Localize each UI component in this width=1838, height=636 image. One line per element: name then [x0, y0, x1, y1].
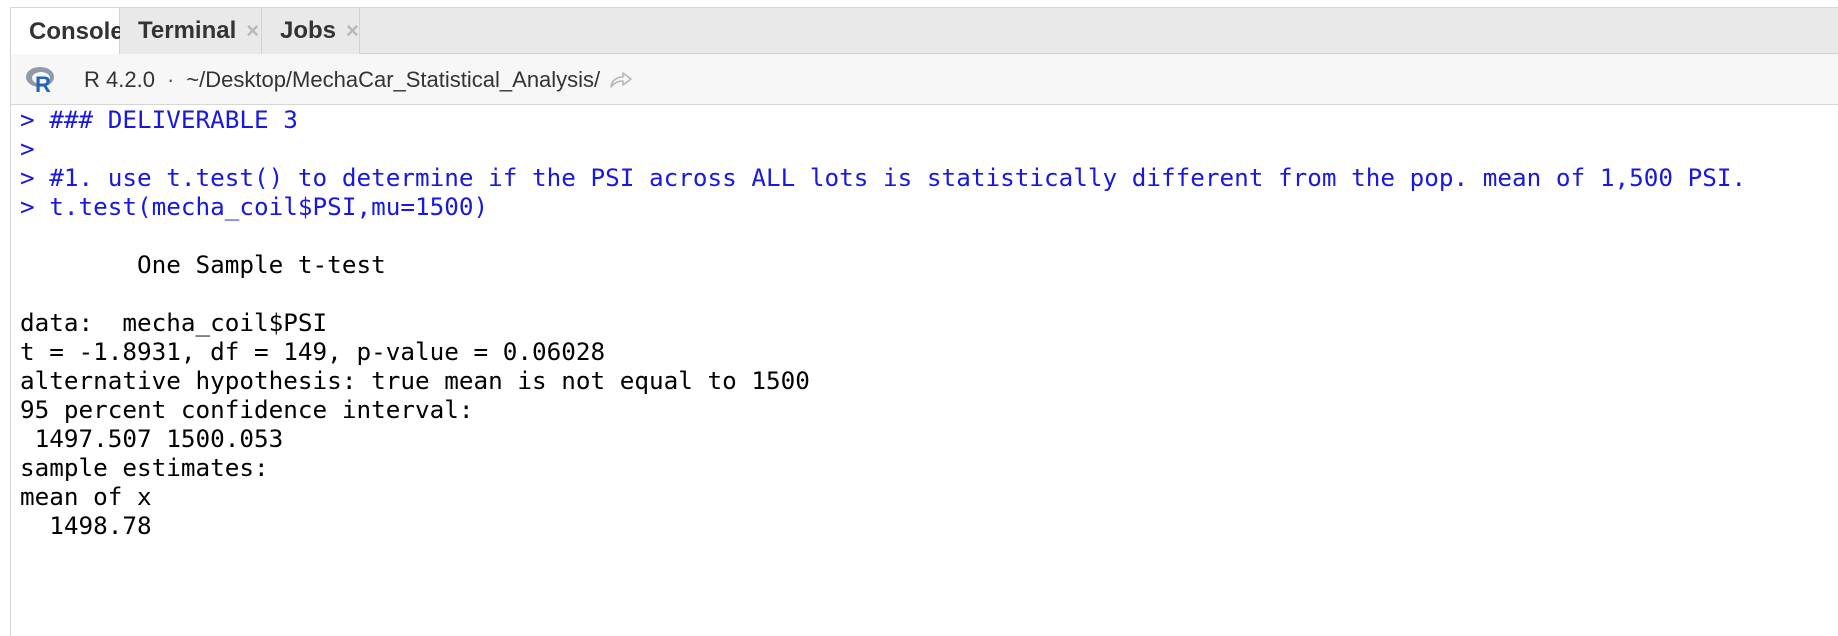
close-icon[interactable]: ×: [346, 18, 359, 44]
tab-terminal-label: Terminal: [138, 17, 237, 44]
console-output-line: One Sample t-test: [20, 250, 386, 279]
console-output-line: alternative hypothesis: true mean is not…: [20, 366, 810, 395]
console-input-line: > ### DELIVERABLE 3: [20, 105, 298, 134]
tab-terminal[interactable]: Terminal ×: [120, 8, 262, 54]
goto-directory-icon[interactable]: [608, 70, 634, 90]
svg-text:R: R: [35, 72, 51, 94]
r-logo-icon: R: [26, 67, 54, 94]
console-output-line: mean of x: [20, 482, 152, 511]
console-input-line: >: [20, 134, 35, 163]
r-version-info: R 4.2.0 · ~/Desktop/MechaCar_Statistical…: [84, 54, 634, 105]
separator: ·: [166, 66, 175, 92]
console-input-line: > t.test(mecha_coil$PSI,mu=1500): [20, 192, 489, 221]
close-icon[interactable]: ×: [246, 18, 259, 44]
working-directory: ~/Desktop/MechaCar_Statistical_Analysis/: [186, 66, 601, 92]
console-toolbar: R R 4.2.0 · ~/Desktop/MechaCar_Statistic…: [11, 54, 1838, 105]
console-output[interactable]: > ### DELIVERABLE 3 > > #1. use t.test() t…: [20, 105, 1830, 635]
tab-console-label: Console: [29, 17, 124, 45]
console-input-line: > #1. use t.test() to determine if the P…: [20, 163, 1747, 192]
console-output-line: 1497.507 1500.053: [20, 424, 284, 453]
console-output-line: t = -1.8931, df = 149, p-value = 0.06028: [20, 337, 606, 366]
console-output-line: 95 percent confidence interval:: [20, 395, 474, 424]
r-version: R 4.2.0: [84, 66, 155, 92]
console-output-line: 1498.78: [20, 511, 152, 540]
tab-bar: Console Terminal × Jobs ×: [11, 8, 1838, 55]
console-pane: Console Terminal × Jobs × R R 4.2.0 · ~/…: [10, 7, 1838, 636]
console-output-line: data: mecha_coil$PSI: [20, 308, 328, 337]
tab-jobs-label: Jobs: [280, 17, 337, 44]
tab-jobs[interactable]: Jobs ×: [262, 8, 360, 54]
console-output-line: sample estimates:: [20, 453, 269, 482]
tab-console[interactable]: Console: [11, 8, 124, 55]
